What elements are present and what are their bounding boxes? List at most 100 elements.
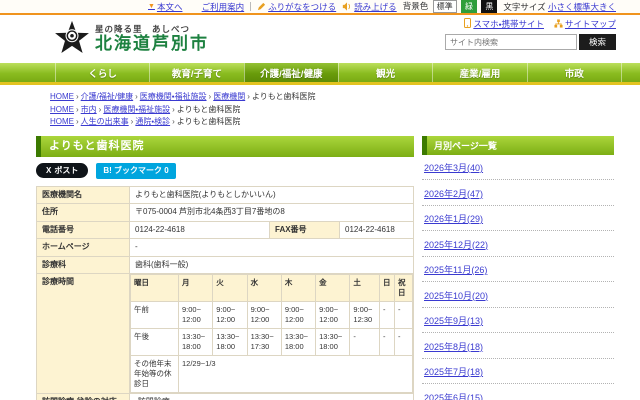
month-link[interactable]: 2026年1月(29) xyxy=(424,214,483,224)
row-label: 診療科 xyxy=(37,256,130,274)
row-label: 住所 xyxy=(37,204,130,222)
table-row: 電話番号 0124-22-4618 FAX番号 0124-22-4618 xyxy=(37,221,414,239)
x-post-button[interactable]: Xポスト xyxy=(36,163,88,178)
breadcrumb-current: よりもと歯科医院 xyxy=(252,92,316,101)
search-input[interactable] xyxy=(445,34,577,50)
month-link[interactable]: 2025年8月(18) xyxy=(424,342,483,352)
font-size-group: 文字サイズ 小さく標準大きく xyxy=(503,1,616,13)
breadcrumb-link[interactable]: 医療機関 xyxy=(213,92,245,101)
nav-tourism[interactable]: 観光 xyxy=(338,63,432,82)
table-row: 診療科 歯科(歯科一般) xyxy=(37,256,414,274)
list-item: 2026年1月(29) xyxy=(422,206,614,232)
hours-am-row: 午前 9:00~ 12:00 9:00~ 12:00 9:00~ 12:00 9… xyxy=(131,302,413,329)
site-header: 星の降る里 あしべつ 北海道芦別市 スマホ・携帯サイト サイトマップ 検索 xyxy=(0,15,640,63)
nav-education[interactable]: 教育/子育て xyxy=(149,63,243,82)
breadcrumb-current: よりもと歯科医院 xyxy=(177,117,241,126)
utility-links: ご利用案内 ふりがなをつける 読み上げる 背景色 標準 緑 黒 文字サイズ 小さ… xyxy=(202,0,616,13)
list-item: 2026年2月(47) xyxy=(422,180,614,206)
skip-label: 本文へ xyxy=(157,1,183,13)
month-link[interactable]: 2026年2月(47) xyxy=(424,189,483,199)
nav-welfare-health[interactable]: 介護/福祉/健康 xyxy=(244,63,338,82)
bg-black-button[interactable]: 黒 xyxy=(481,0,497,13)
mobile-site-link[interactable]: スマホ・携帯サイト xyxy=(464,18,544,30)
list-item: 2025年11月(26) xyxy=(422,257,614,283)
table-row: ホームページ - xyxy=(37,239,414,257)
month-link[interactable]: 2025年10月(20) xyxy=(424,291,488,301)
bg-color-group: 背景色 標準 緑 黒 xyxy=(403,0,498,13)
list-item: 2025年12月(22) xyxy=(422,231,614,257)
breadcrumb-link[interactable]: 市内 xyxy=(81,105,97,114)
bg-standard-button[interactable]: 標準 xyxy=(433,0,457,13)
list-item: 2025年6月(15) xyxy=(422,384,614,400)
site-guide-link[interactable]: ご利用案内 xyxy=(202,1,245,13)
month-link[interactable]: 2025年11月(26) xyxy=(424,265,487,275)
font-standard-link[interactable]: 標準 xyxy=(573,2,590,12)
mobile-phone-icon xyxy=(464,18,471,28)
row-label: FAX番号 xyxy=(270,221,340,239)
skip-to-content-link[interactable]: ▼本文へ xyxy=(148,1,182,13)
speaker-icon xyxy=(342,2,352,11)
hours-holiday-row: その他年末年始等の休診日 12/29~1/3 xyxy=(131,356,413,393)
read-aloud-link[interactable]: 読み上げる xyxy=(342,1,397,13)
breadcrumb-line-1: HOME 介護/福祉/健康医療機関・福祉施設医療機関よりもと歯科医院 xyxy=(50,91,640,104)
breadcrumb-link[interactable]: 医療機関・福祉施設 xyxy=(103,105,170,114)
x-icon: X xyxy=(46,166,51,175)
site-search: 検索 xyxy=(445,34,616,50)
homepage-value: - xyxy=(130,239,414,257)
table-row: 診療時間 曜日 月 火 水 木 金 土 日 祝日 xyxy=(37,274,414,394)
month-link[interactable]: 2026年3月(40) xyxy=(424,163,483,173)
fax-value: 0124-22-4618 xyxy=(340,221,414,239)
site-logo[interactable]: 星の降る里 あしべつ 北海道芦別市 xyxy=(54,20,209,56)
holiday-value: 12/29~1/3 xyxy=(179,356,413,393)
breadcrumb-link[interactable]: 医療機関・福祉施設 xyxy=(140,92,207,101)
nav-industry[interactable]: 産業/雇用 xyxy=(432,63,526,82)
month-link[interactable]: 2025年6月(15) xyxy=(424,393,483,400)
divider xyxy=(250,2,251,11)
table-row: 医療機関名 よりもと歯科医院(よりもとしかいいん) xyxy=(37,186,414,204)
table-row: 住所 〒075-0004 芦別市北4条西3丁目7番地の8 xyxy=(37,204,414,222)
row-label: 医療機関名 xyxy=(37,186,130,204)
monthly-pages-heading: 月別ページ一覧 xyxy=(422,136,614,155)
list-item: 2025年10月(20) xyxy=(422,282,614,308)
breadcrumb-separator xyxy=(76,91,79,104)
down-arrow-icon: ▼ xyxy=(148,3,155,10)
sidebar: 月別ページ一覧 2026年3月(40) 2026年2月(47) 2026年1月(… xyxy=(422,136,614,400)
search-button[interactable]: 検索 xyxy=(579,34,616,50)
star-emblem-icon xyxy=(54,20,90,56)
breadcrumb-line-3: HOME 人生の出来事通院・検診よりもと歯科医院 xyxy=(50,116,640,129)
font-larger-link[interactable]: 大きく xyxy=(590,2,616,12)
month-link[interactable]: 2025年9月(13) xyxy=(424,316,483,326)
breadcrumb-link[interactable]: 介護/福祉/健康 xyxy=(81,92,133,101)
phone-value: 0124-22-4618 xyxy=(130,221,270,239)
clinic-name-value: よりもと歯科医院(よりもとしかいいん) xyxy=(130,186,414,204)
furigana-link[interactable]: ふりがなをつける xyxy=(257,1,336,13)
nav-kurashi[interactable]: くらし xyxy=(55,63,149,82)
row-label: 診療時間 xyxy=(37,274,130,394)
month-link[interactable]: 2025年7月(18) xyxy=(424,367,483,377)
month-link[interactable]: 2025年12月(22) xyxy=(424,240,488,250)
breadcrumb-line-2: HOME 市内医療機関・福祉施設よりもと歯科医院 xyxy=(50,104,640,117)
hours-header-row: 曜日 月 火 水 木 金 土 日 祝日 xyxy=(131,275,413,302)
bg-green-button[interactable]: 緑 xyxy=(461,0,477,13)
breadcrumb-link[interactable]: 通院・検診 xyxy=(135,117,170,126)
global-nav: くらし 教育/子育て 介護/福祉/健康 観光 産業/雇用 市政 xyxy=(0,63,640,85)
breadcrumb-link[interactable]: HOME xyxy=(50,105,74,114)
breadcrumb-link[interactable]: HOME xyxy=(50,92,74,101)
breadcrumb-link[interactable]: 人生の出来事 xyxy=(81,117,129,126)
list-item: 2025年7月(18) xyxy=(422,359,614,385)
row-label: 訪問診療・往診の対応状況 xyxy=(37,394,130,400)
list-item: 2025年8月(18) xyxy=(422,333,614,359)
department-value: 歯科(歯科一般) xyxy=(130,256,414,274)
page-title: よりもと歯科医院 xyxy=(36,136,414,157)
breadcrumb-link[interactable]: HOME xyxy=(50,117,74,126)
font-smaller-link[interactable]: 小さく xyxy=(548,2,574,12)
clinic-info-table: 医療機関名 よりもと歯科医院(よりもとしかいいん) 住所 〒075-0004 芦… xyxy=(36,186,414,400)
list-item: 2026年3月(40) xyxy=(422,155,614,181)
breadcrumb-current: よりもと歯科医院 xyxy=(177,105,241,114)
nav-city-gov[interactable]: 市政 xyxy=(527,63,622,82)
font-size-label: 文字サイズ xyxy=(503,2,545,12)
hatena-bookmark-button[interactable]: B! ブックマーク 0 xyxy=(96,163,175,179)
sitemap-link[interactable]: サイトマップ xyxy=(554,18,616,30)
bg-color-label: 背景色 xyxy=(403,1,429,11)
breadcrumb: HOME介護/福祉/健康医療機関・福祉施設医療機関よりもと歯科医院 HOME市内… xyxy=(0,85,640,134)
